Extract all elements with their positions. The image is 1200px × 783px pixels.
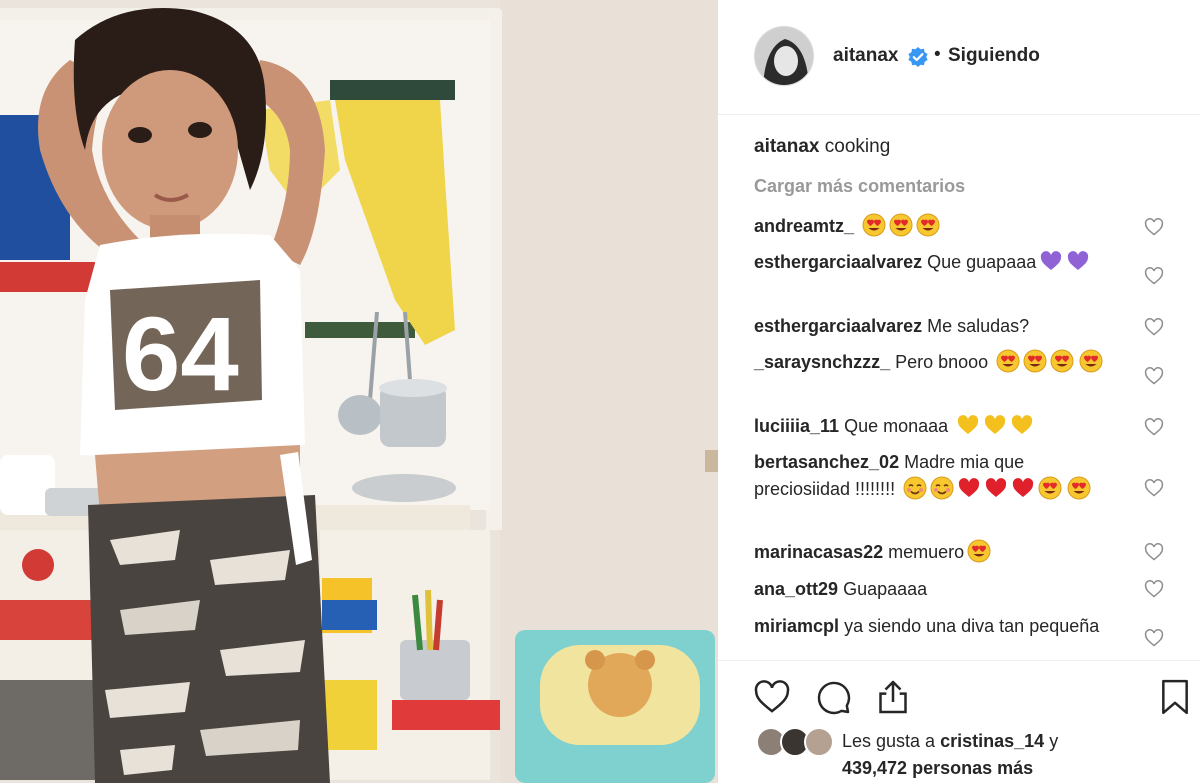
comment-item: _saraysnchzzz_ Pero bnooo (754, 349, 1114, 376)
heart-eyes-emoji-icon (889, 213, 913, 237)
yellow-heart-emoji-icon (956, 413, 980, 437)
comment-username[interactable]: esthergarciaalvarez (754, 316, 922, 336)
comment-item: esthergarciaalvarez Me saludas? (754, 313, 1114, 340)
comment-like-heart-icon[interactable] (1144, 478, 1164, 498)
comment-like-heart-icon[interactable] (1144, 579, 1164, 599)
follow-separator: • (934, 44, 941, 65)
comment-item: marinacasas22 memuero (754, 539, 1114, 566)
comment-username[interactable]: esthergarciaalvarez (754, 252, 922, 272)
comment-text: Pero bnooo (895, 352, 989, 372)
heart-eyes-emoji-icon (1050, 349, 1074, 373)
likes-count[interactable]: 439,472 (842, 758, 907, 778)
comment-like-heart-icon[interactable] (1144, 217, 1164, 237)
likes-summary: Les gusta a cristinas_14 y 439,472 perso… (842, 728, 1182, 782)
comment-username[interactable]: andreamtz_ (754, 216, 854, 236)
likes-prefix: Les gusta a (842, 731, 936, 751)
caption-text: cooking (824, 136, 891, 157)
comment-like-heart-icon[interactable] (1144, 542, 1164, 562)
heart-eyes-emoji-icon (1038, 476, 1062, 500)
heart-eyes-emoji-icon (862, 213, 886, 237)
avatar[interactable] (754, 26, 814, 86)
heart-eyes-emoji-icon (996, 349, 1020, 373)
comment-like-heart-icon[interactable] (1144, 317, 1164, 337)
comment-username[interactable]: luciiiia_11 (754, 416, 839, 436)
verified-badge-icon (908, 47, 928, 67)
comment-like-heart-icon[interactable] (1144, 366, 1164, 386)
comment-text: Que monaaa (844, 416, 949, 436)
comment-text: memuero (888, 542, 965, 562)
purple-heart-emoji-icon (1066, 249, 1090, 273)
heart-eyes-emoji-icon (967, 539, 991, 563)
purple-heart-emoji-icon (1039, 249, 1063, 273)
heart-eyes-emoji-icon (916, 213, 940, 237)
post-username[interactable]: aitanax (833, 45, 898, 67)
shirt-number: 64 (122, 296, 239, 413)
heart-eyes-emoji-icon (1023, 349, 1047, 373)
photo-illustration: 64 (0, 0, 718, 783)
like-heart-icon[interactable] (752, 677, 792, 717)
comment-like-heart-icon[interactable] (1144, 417, 1164, 437)
comment-text: Me saludas? (927, 316, 1030, 336)
comment-item: miriamcpl ya siendo una diva tan pequeña (754, 613, 1114, 640)
comment-username[interactable]: bertasanchez_02 (754, 452, 899, 472)
share-icon[interactable] (873, 677, 913, 717)
comment-item: luciiiia_11 Que monaaa (754, 413, 1114, 440)
smiling-blush-emoji-icon (903, 476, 927, 500)
likes-conj: y (1049, 731, 1059, 751)
comment-username[interactable]: _saraysnchzzz_ (754, 352, 890, 372)
heart-eyes-emoji-icon (1079, 349, 1103, 373)
comment-like-heart-icon[interactable] (1144, 266, 1164, 286)
red-heart-emoji-icon (984, 476, 1008, 500)
post-header: aitanax • Siguiendo (718, 0, 1200, 115)
comment-item: ana_ott29 Guapaaaa (754, 576, 1114, 603)
post-photo[interactable]: 64 (0, 0, 718, 783)
comment-text: Que guapaaa (927, 252, 1037, 272)
red-heart-emoji-icon (1011, 476, 1035, 500)
yellow-heart-emoji-icon (983, 413, 1007, 437)
comment-item: andreamtz_ (754, 213, 1114, 240)
likes-suffix[interactable]: personas más (912, 758, 1033, 778)
comments-list[interactable]: andreamtz_ esthergarciaalvarez Que guapa… (718, 205, 1200, 660)
bookmark-icon[interactable] (1155, 677, 1195, 717)
comment-username[interactable]: marinacasas22 (754, 542, 883, 562)
comment-like-heart-icon[interactable] (1144, 628, 1164, 648)
yellow-heart-emoji-icon (1010, 413, 1034, 437)
liker-avatar (804, 727, 834, 757)
likes-user[interactable]: cristinas_14 (940, 731, 1044, 751)
heart-eyes-emoji-icon (1067, 476, 1091, 500)
post-caption: aitanax cooking (754, 136, 890, 158)
comment-username[interactable]: ana_ott29 (754, 579, 838, 599)
following-button[interactable]: Siguiendo (948, 45, 1040, 67)
comment-icon[interactable] (813, 677, 853, 717)
comment-item: esthergarciaalvarez Que guapaaa (754, 249, 1114, 276)
load-more-comments-button[interactable]: Cargar más comentarios (754, 176, 965, 197)
red-heart-emoji-icon (957, 476, 981, 500)
comment-username[interactable]: miriamcpl (754, 616, 839, 636)
post-side-panel: aitanax • Siguiendo aitanax cooking Carg… (718, 0, 1200, 783)
caption-username[interactable]: aitanax (754, 136, 819, 157)
comment-text: Guapaaaa (843, 579, 928, 599)
comment-text: ya siendo una diva tan pequeña (844, 616, 1100, 636)
smiling-blush-emoji-icon (930, 476, 954, 500)
comment-item: bertasanchez_02 Madre mia que preciosiid… (754, 449, 1114, 503)
